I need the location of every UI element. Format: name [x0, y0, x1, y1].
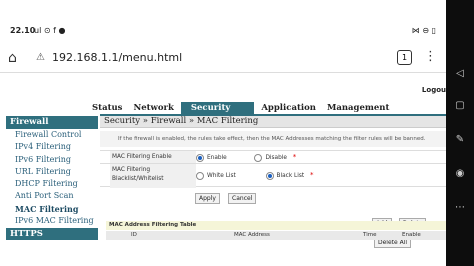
- sidebar-item-ipv4-filtering[interactable]: IPv4 Filtering: [6, 141, 98, 153]
- more-menu-icon[interactable]: ⋮: [424, 49, 437, 64]
- tab-status[interactable]: Status: [88, 102, 126, 114]
- record-icon[interactable]: ◉: [453, 168, 467, 179]
- main-content: Security » Firewall » MAC Filtering If t…: [100, 116, 446, 248]
- sidebar-item-dhcp-filtering[interactable]: DHCP Filtering: [6, 178, 98, 190]
- mode-label: MAC Filtering Blacklist/Whitelist: [110, 164, 196, 188]
- clock: 22.10: [10, 26, 36, 35]
- col-id: ID: [131, 232, 137, 238]
- col-mac-address: MAC Address: [234, 232, 270, 238]
- col-time: Time: [363, 232, 377, 238]
- system-icons: ⋈ ⊖ ▯: [411, 26, 436, 35]
- sidebar-header-https[interactable]: HTTPS: [6, 228, 98, 241]
- apply-button[interactable]: Apply: [195, 193, 220, 204]
- form-buttons: Apply Cancel: [195, 185, 257, 204]
- tab-network[interactable]: Network: [129, 102, 177, 114]
- system-side-bar: ◁ ▢ ✎ ◉ ⋯: [446, 0, 474, 266]
- edit-icon[interactable]: ✎: [453, 134, 467, 145]
- disable-option-label: Disable: [265, 155, 287, 161]
- sidebar-item-mac-filtering[interactable]: MAC Filtering: [6, 203, 98, 215]
- sidebar: Firewall Firewall Control IPv4 Filtering…: [6, 116, 98, 241]
- sidebar-item-anti-port-scan[interactable]: Anti Port Scan: [6, 190, 98, 202]
- screenshot-icon[interactable]: ▢: [453, 100, 467, 111]
- required-mark: *: [292, 153, 297, 161]
- sidebar-item-ipv6-filtering[interactable]: IPv6 Filtering: [6, 154, 98, 166]
- tab-switcher-button[interactable]: 1: [397, 50, 412, 65]
- mode-radio-group: White List Black List *: [196, 171, 314, 180]
- notification-icons: ul ⊙ f ●: [34, 26, 66, 35]
- phone-screen: 22.10 ul ⊙ f ● ⋈ ⊖ ▯ ⌂ ⚠ 192.168.1.1/men…: [0, 0, 446, 266]
- enable-option-label: Enable: [207, 155, 227, 161]
- mode-row: MAC Filtering Blacklist/Whitelist White …: [100, 164, 446, 188]
- address-bar[interactable]: 192.168.1.1/menu.html: [52, 51, 182, 64]
- insecure-warning-icon[interactable]: ⚠: [36, 52, 45, 63]
- cancel-button[interactable]: Cancel: [228, 193, 257, 204]
- table-title: MAC Address Filtering Table: [106, 221, 446, 230]
- tab-management[interactable]: Management: [323, 102, 393, 114]
- sidebar-item-firewall-control[interactable]: Firewall Control: [6, 129, 98, 141]
- tab-application[interactable]: Application: [257, 102, 320, 114]
- whitelist-radio[interactable]: [196, 171, 204, 180]
- enable-label: MAC Filtering Enable: [110, 151, 196, 163]
- status-bar: 22.10 ul ⊙ f ● ⋈ ⊖ ▯: [0, 24, 446, 38]
- sidebar-header-firewall[interactable]: Firewall: [6, 116, 98, 129]
- enable-row: MAC Filtering Enable Enable Disable *: [100, 151, 446, 164]
- whitelist-option-label: White List: [207, 173, 236, 179]
- sidebar-item-ipv6-mac-filtering[interactable]: IPv6 MAC Filtering: [6, 215, 98, 227]
- top-navigation: Status Network Security Application Mana…: [88, 102, 393, 114]
- enable-radio-group: Enable Disable *: [196, 153, 296, 162]
- more-icon[interactable]: ⋯: [453, 202, 467, 213]
- disable-radio[interactable]: [254, 153, 263, 162]
- home-icon[interactable]: ⌂: [8, 50, 17, 66]
- table-header: ID MAC Address Time Enable: [106, 231, 446, 240]
- mode-label-line1: MAC Filtering: [112, 167, 151, 173]
- enable-radio[interactable]: [196, 153, 204, 162]
- info-note: If the firewall is enabled, the rules ta…: [100, 131, 446, 147]
- settings-form: MAC Filtering Enable Enable Disable * MA…: [100, 150, 446, 188]
- col-enable: Enable: [402, 232, 421, 238]
- tab-security[interactable]: Security: [180, 102, 255, 114]
- router-page: Logou Status Network Security Applicatio…: [0, 74, 446, 266]
- browser-toolbar: ⌂ ⚠ 192.168.1.1/menu.html 1 ⋮: [0, 44, 446, 73]
- mode-label-line2: Blacklist/Whitelist: [112, 176, 164, 182]
- breadcrumb: Security » Firewall » MAC Filtering: [100, 116, 446, 128]
- sidebar-item-url-filtering[interactable]: URL Filtering: [6, 166, 98, 178]
- blacklist-radio[interactable]: [265, 171, 274, 180]
- volume-icon[interactable]: ◁: [453, 68, 467, 79]
- blacklist-option-label: Black List: [276, 173, 305, 179]
- logout-link[interactable]: Logou: [422, 86, 446, 94]
- required-mark: *: [310, 171, 314, 179]
